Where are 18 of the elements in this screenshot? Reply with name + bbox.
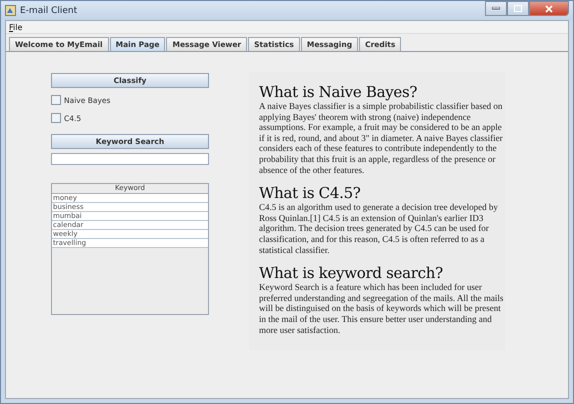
app-icon xyxy=(5,5,16,16)
maximize-button[interactable] xyxy=(507,1,529,16)
section-heading: What is C4.5? xyxy=(259,184,362,202)
section-text: C4.5 is an algorithm used to generate a decision tree developed by Ross Quinlan.[1] C4.5 is an extension of Quinlan's earlier ID3 algorithm. The decision trees generated by C4.5 can be used for classification, and for this reason, C4.5 is often referred to as a statistical classifier. xyxy=(259,202,499,256)
close-icon xyxy=(545,4,553,12)
section-heading: What is Naive Bayes? xyxy=(259,83,418,101)
menu-item[interactable]: File xyxy=(9,22,22,32)
checkbox[interactable] xyxy=(51,95,61,105)
keyword-field[interactable] xyxy=(51,153,209,165)
section-text: A naive Bayes classifier is a simple probabilistic classifier based on applying Bayes' theorem with strong (naive) independence assumptions. For example, a fruit may be considered to be an apple if it is red, round, and about 3" in diameter. A naive Bayes classifier considers each of these features to contribute independently to the probability that this fruit is an apple, regardless of the presence or absence of the other features. xyxy=(259,101,504,176)
minimize-icon xyxy=(492,7,500,10)
minimize-button[interactable] xyxy=(485,1,507,16)
window-title: E-mail Client xyxy=(20,6,78,16)
section-text: Keyword Search is a feature which has been included for user preferred understanding and segreegation of the mails. All the mails will be distinguised on the basis of keywords which will be present in the mail of the user. This ensure better user understanding and more user satisfaction. xyxy=(259,282,504,336)
checkbox[interactable] xyxy=(51,113,61,123)
close-button[interactable] xyxy=(529,1,569,16)
maximize-icon xyxy=(514,5,522,12)
section-heading: What is keyword search? xyxy=(259,264,444,282)
